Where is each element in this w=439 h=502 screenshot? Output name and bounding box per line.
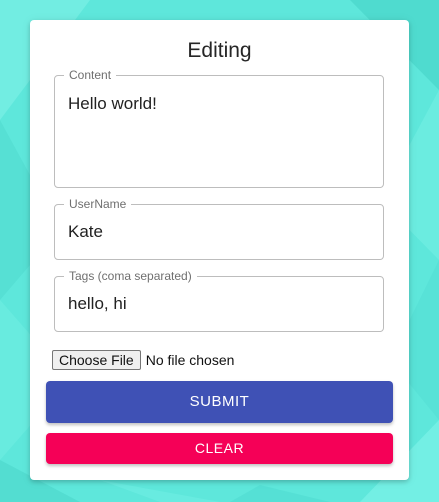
file-input[interactable]: Choose File No file chosen (52, 350, 234, 370)
content-field[interactable]: Content Hello world! (54, 68, 384, 188)
username-value[interactable]: Kate (68, 222, 103, 242)
username-label: UserName (64, 197, 132, 211)
tags-field[interactable]: Tags (coma separated) hello, hi (54, 269, 384, 332)
file-status: No file chosen (145, 352, 235, 368)
clear-button[interactable]: CLEAR (46, 433, 393, 464)
username-field[interactable]: UserName Kate (54, 197, 384, 260)
tags-label: Tags (coma separated) (64, 269, 197, 283)
content-label: Content (64, 68, 117, 82)
content-value[interactable]: Hello world! (68, 94, 157, 114)
edit-form-card: Editing Content Hello world! UserName Ka… (30, 20, 409, 480)
form-title: Editing (187, 39, 252, 62)
tags-value[interactable]: hello, hi (68, 294, 127, 314)
choose-file-button[interactable]: Choose File (52, 350, 141, 370)
submit-button[interactable]: SUBMIT (46, 381, 393, 423)
